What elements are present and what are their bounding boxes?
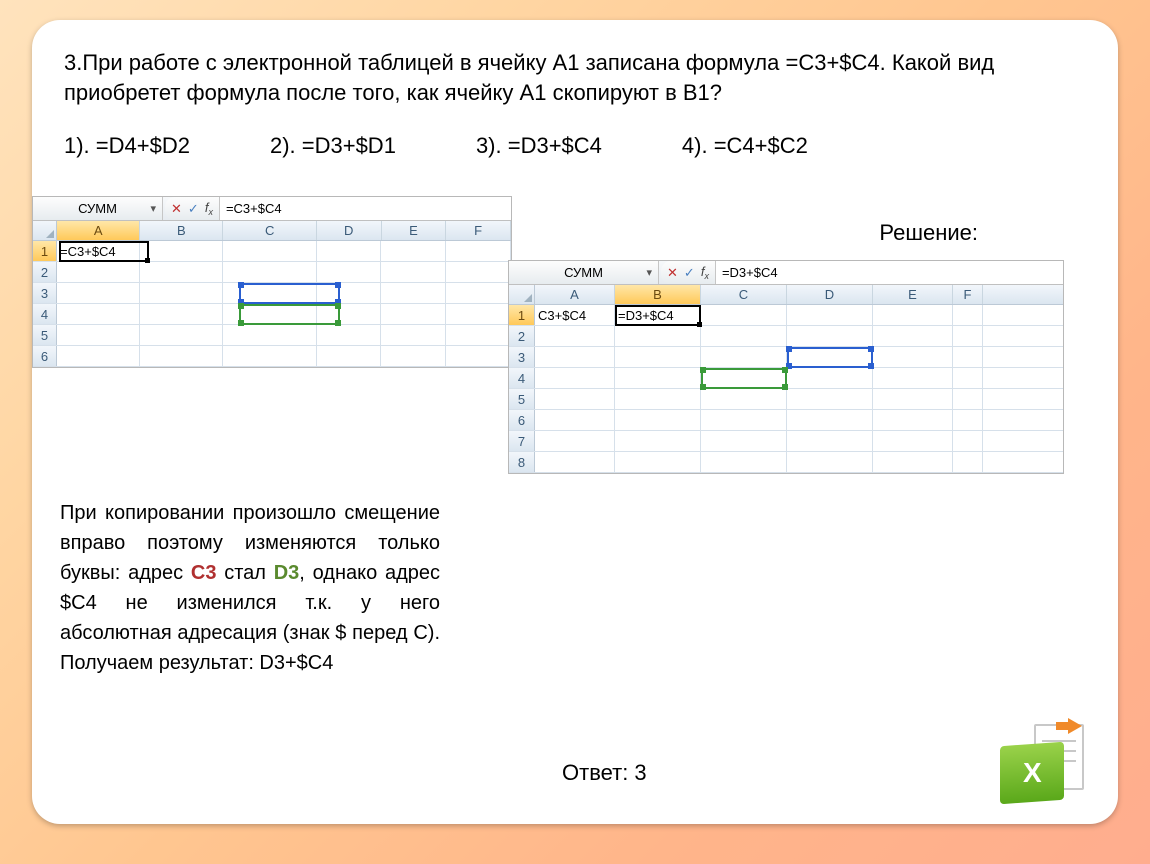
active-cell-border — [615, 305, 701, 326]
formula-bar-buttons[interactable]: ✕ ✓ f — [165, 197, 220, 220]
option-2: 2). =D3+$D1 — [270, 133, 396, 159]
fx-icon[interactable]: f — [701, 264, 709, 282]
col-header-E[interactable]: E — [382, 221, 447, 240]
option-3: 3). =D3+$C4 — [476, 133, 602, 159]
option-1: 1). =D4+$D2 — [64, 133, 190, 159]
ref-C4-highlight — [239, 304, 340, 325]
active-cell-border — [59, 241, 149, 262]
ref-C4-highlight — [701, 368, 787, 389]
col-header-C[interactable]: C — [701, 285, 787, 304]
col-header-E[interactable]: E — [873, 285, 953, 304]
cell-B1[interactable] — [140, 241, 223, 261]
row-header-5[interactable]: 5 — [33, 325, 57, 345]
ref-C3-highlight — [239, 283, 340, 304]
cancel-icon[interactable]: ✕ — [667, 265, 678, 281]
slide-card: 3.При работе с электронной таблицей в яч… — [32, 20, 1118, 824]
ref-D3-highlight — [787, 347, 873, 368]
highlight-D3: D3 — [274, 562, 300, 584]
formula-value[interactable]: =D3+$C4 — [716, 261, 1063, 284]
explanation-text: При копировании произошло смещение вправ… — [60, 498, 440, 678]
cell-F1[interactable] — [446, 241, 511, 261]
row-header-2[interactable]: 2 — [33, 262, 57, 282]
question-text: 3.При работе с электронной таблицей в яч… — [64, 48, 1086, 107]
row-header-5[interactable]: 5 — [509, 389, 535, 409]
row-header-6[interactable]: 6 — [509, 410, 535, 430]
confirm-icon[interactable]: ✓ — [188, 201, 199, 217]
highlight-C3: С3 — [191, 562, 217, 584]
row-header-3[interactable]: 3 — [33, 283, 57, 303]
row-header-4[interactable]: 4 — [33, 304, 57, 324]
cell-D1[interactable] — [317, 241, 382, 261]
formula-bar-buttons[interactable]: ✕ ✓ f — [661, 261, 716, 284]
row-header-2[interactable]: 2 — [509, 326, 535, 346]
col-header-D[interactable]: D — [787, 285, 873, 304]
formula-value[interactable]: =C3+$C4 — [220, 197, 511, 220]
row-header-4[interactable]: 4 — [509, 368, 535, 388]
row-header-1[interactable]: 1 — [33, 241, 57, 261]
col-header-A[interactable]: A — [535, 285, 615, 304]
cell-A1[interactable]: C3+$C4 — [535, 305, 615, 325]
row-header-6[interactable]: 6 — [33, 346, 57, 366]
cell-E1[interactable] — [381, 241, 446, 261]
answer-text: Ответ: 3 — [562, 760, 647, 786]
options-row: 1). =D4+$D2 2). =D3+$D1 3). =D3+$C4 4). … — [64, 133, 1086, 159]
select-all-corner[interactable] — [33, 221, 57, 240]
name-box[interactable]: СУММ — [33, 197, 163, 220]
select-all-corner[interactable] — [509, 285, 535, 304]
col-header-F[interactable]: F — [446, 221, 511, 240]
excel-logo-icon: X — [1000, 718, 1084, 802]
excel-screenshot-2: СУММ ✕ ✓ f =D3+$C4 A B C D E F 1 C3+$C4 … — [508, 260, 1064, 474]
col-header-B[interactable]: B — [140, 221, 223, 240]
arrow-icon — [1068, 718, 1082, 734]
cell-C1[interactable] — [223, 241, 316, 261]
col-header-D[interactable]: D — [317, 221, 382, 240]
spreadsheet-grid[interactable]: A B C D E F 1 =C3+$C4 2 3 4 5 6 — [33, 221, 511, 367]
cancel-icon[interactable]: ✕ — [171, 201, 182, 217]
confirm-icon[interactable]: ✓ — [684, 265, 695, 281]
solution-label: Решение: — [879, 220, 978, 246]
formula-bar: СУММ ✕ ✓ f =C3+$C4 — [33, 197, 511, 221]
excel-screenshot-1: СУММ ✕ ✓ f =C3+$C4 A B C D E F 1 =C3+$C4 — [32, 196, 512, 368]
row-header-1[interactable]: 1 — [509, 305, 535, 325]
col-header-C[interactable]: C — [223, 221, 316, 240]
row-header-8[interactable]: 8 — [509, 452, 535, 472]
col-header-B[interactable]: B — [615, 285, 701, 304]
col-header-A[interactable]: A — [57, 221, 140, 240]
name-box[interactable]: СУММ — [509, 261, 659, 284]
spreadsheet-grid[interactable]: A B C D E F 1 C3+$C4 =D3+$C4 2 3 4 5 6 7… — [509, 285, 1063, 473]
row-header-3[interactable]: 3 — [509, 347, 535, 367]
option-4: 4). =C4+$C2 — [682, 133, 808, 159]
formula-bar: СУММ ✕ ✓ f =D3+$C4 — [509, 261, 1063, 285]
fx-icon[interactable]: f — [205, 200, 213, 218]
col-header-F[interactable]: F — [953, 285, 983, 304]
row-header-7[interactable]: 7 — [509, 431, 535, 451]
